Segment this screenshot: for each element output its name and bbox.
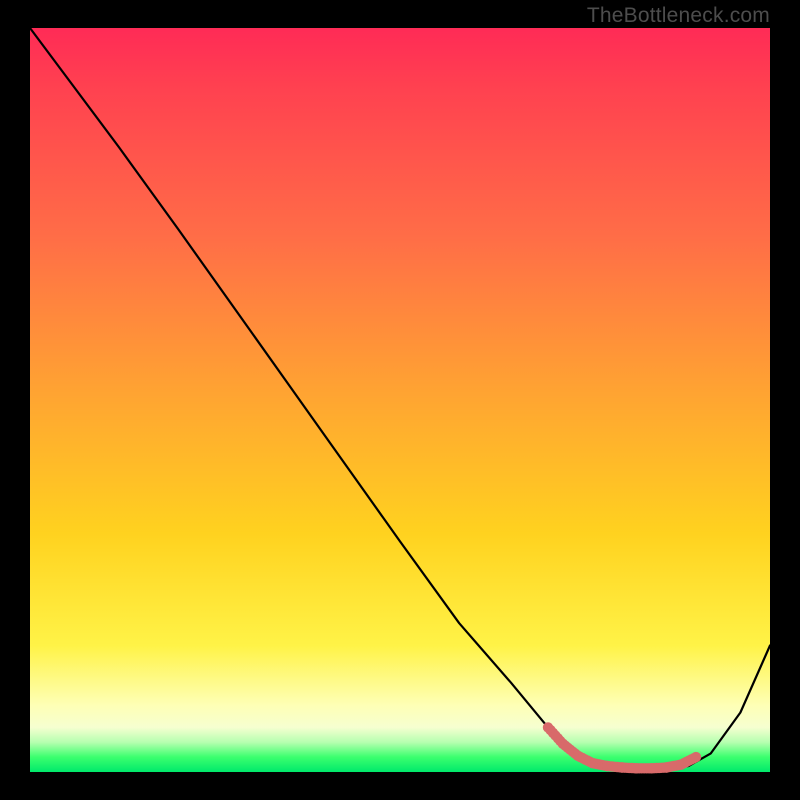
bottleneck-curve-path [30,28,770,768]
plot-svg [30,28,770,772]
plot-area [30,28,770,772]
sweet-spot-dots [543,722,701,773]
sweet-spot-dot [691,752,701,762]
chart-frame: TheBottleneck.com [0,0,800,800]
watermark-text: TheBottleneck.com [587,4,770,28]
